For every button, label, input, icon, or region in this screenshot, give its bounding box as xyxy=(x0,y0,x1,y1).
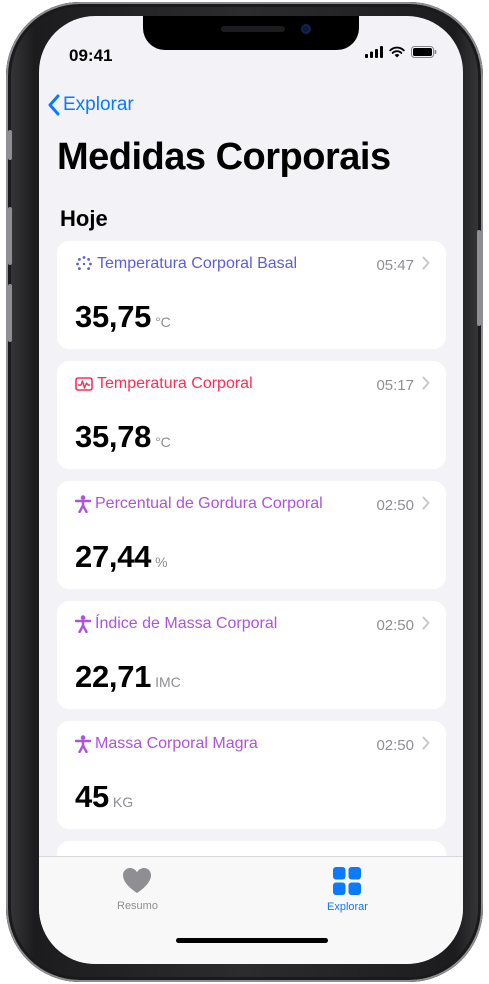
volume-down-button xyxy=(8,284,12,342)
card-number: 35,78 xyxy=(75,419,152,454)
home-indicator[interactable] xyxy=(176,938,328,943)
section-header-today: Hoje xyxy=(60,206,108,231)
card-unit: °C xyxy=(155,314,171,330)
card-label: Temperatura Corporal xyxy=(97,375,253,392)
card-unit: KG xyxy=(112,794,134,810)
back-button[interactable]: Explorar xyxy=(47,94,134,116)
signal-icon xyxy=(365,46,383,58)
mute-switch xyxy=(8,130,12,160)
person-icon xyxy=(75,495,91,513)
tab-resumo-label: Resumo xyxy=(117,900,158,912)
card-time: 02:50 xyxy=(376,617,414,634)
card-body-temperature[interactable]: Temperatura Corporal 05:17 35,78 °C xyxy=(57,361,446,469)
status-time: 09:41 xyxy=(69,46,113,65)
screen: 09:41 Explorar Medidas Corporais Hoje Te… xyxy=(39,16,463,964)
phone-frame: 09:41 Explorar Medidas Corporais Hoje Te… xyxy=(6,2,483,982)
card-label: Percentual de Gordura Corporal xyxy=(95,495,323,512)
card-number: 45 xyxy=(75,779,109,814)
card-header: Massa Corporal Magra xyxy=(75,735,258,753)
side-button xyxy=(477,230,481,326)
grid-icon xyxy=(333,867,362,895)
card-time: 05:47 xyxy=(376,257,414,274)
card-label: Temperatura Corporal Basal xyxy=(97,255,298,272)
card-value: 35,75 °C xyxy=(75,299,171,335)
card-unit: IMC xyxy=(155,674,181,690)
card-lean-body-mass[interactable]: Massa Corporal Magra 02:50 45 KG xyxy=(57,721,446,829)
card-time: 05:17 xyxy=(376,377,414,394)
card-number: 27,44 xyxy=(75,539,152,574)
card-value: 22,71 IMC xyxy=(75,659,181,695)
thermometer-chart-icon xyxy=(75,377,93,391)
card-label: Índice de Massa Corporal xyxy=(95,615,278,632)
page-title: Medidas Corporais xyxy=(57,136,391,178)
wifi-icon xyxy=(389,46,405,58)
card-header: Índice de Massa Corporal xyxy=(75,615,277,633)
tab-bar: Resumo Explorar xyxy=(39,856,463,964)
card-value: 27,44 % xyxy=(75,539,168,575)
tab-explorar-label: Explorar xyxy=(327,901,368,913)
volume-up-button xyxy=(8,207,12,265)
card-label: Massa Corporal Magra xyxy=(95,735,258,752)
card-time: 02:50 xyxy=(376,497,414,514)
person-icon xyxy=(75,735,91,753)
chevron-right-icon xyxy=(422,256,430,270)
card-number: 22,71 xyxy=(75,659,152,694)
card-unit: % xyxy=(155,554,168,570)
notch xyxy=(143,16,359,50)
card-number: 35,75 xyxy=(75,299,152,334)
person-icon xyxy=(75,615,91,633)
card-time: 02:50 xyxy=(376,737,414,754)
chevron-right-icon xyxy=(422,376,430,390)
chevron-right-icon xyxy=(422,496,430,510)
back-label: Explorar xyxy=(63,94,134,115)
battery-icon xyxy=(411,46,437,58)
status-icons xyxy=(365,46,437,58)
card-body-fat-percentage[interactable]: Percentual de Gordura Corporal 02:50 27,… xyxy=(57,481,446,589)
front-camera xyxy=(301,24,311,34)
card-header: Percentual de Gordura Corporal xyxy=(75,495,323,513)
tab-resumo[interactable]: Resumo xyxy=(117,867,158,912)
dotted-circle-icon xyxy=(76,256,92,270)
heart-icon xyxy=(123,868,152,893)
card-header: Temperatura Corporal xyxy=(75,375,253,393)
card-body-mass-index[interactable]: Índice de Massa Corporal 02:50 22,71 IMC xyxy=(57,601,446,709)
card-header: Temperatura Corporal Basal xyxy=(75,255,297,273)
card-value: 45 KG xyxy=(75,779,133,815)
chevron-left-icon xyxy=(48,94,60,116)
chevron-right-icon xyxy=(422,616,430,630)
tab-explorar[interactable]: Explorar xyxy=(327,867,368,913)
card-basal-body-temperature[interactable]: Temperatura Corporal Basal 05:47 35,75 °… xyxy=(57,241,446,349)
chevron-right-icon xyxy=(422,736,430,750)
speaker xyxy=(221,26,285,32)
card-unit: °C xyxy=(155,434,171,450)
card-value: 35,78 °C xyxy=(75,419,171,455)
